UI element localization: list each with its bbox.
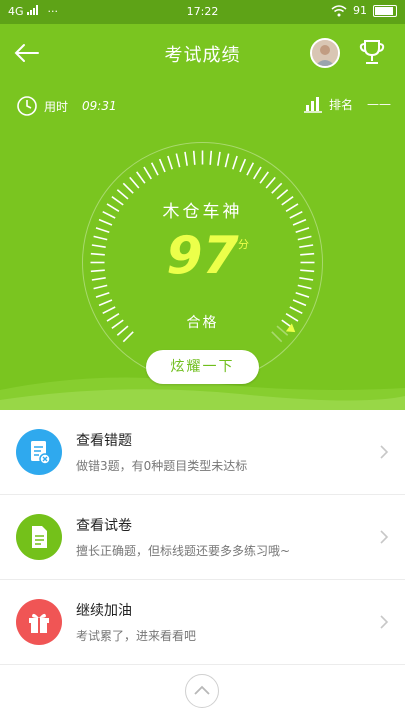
page-title: 考试成绩 — [164, 45, 241, 66]
gauge-tick — [295, 292, 310, 298]
gauge-tick — [136, 171, 146, 184]
item-subtitle: 考试累了，进来看看吧 — [76, 629, 197, 643]
item-subtitle: 擅长正确题，但标线题还要多多练习哦~ — [76, 544, 291, 558]
status-bar: 4G ··· 17:22 91 — [0, 0, 405, 24]
chevron-right-icon — [380, 445, 389, 459]
gauge-tick — [271, 182, 283, 194]
gauge-tick — [95, 292, 110, 298]
trophy-icon[interactable] — [356, 36, 388, 68]
scroll-to-top-button[interactable] — [185, 674, 219, 708]
gauge-tick — [265, 176, 276, 189]
gauge-tick — [224, 153, 230, 168]
item-title: 继续加油 — [76, 603, 132, 619]
gift-icon — [16, 599, 62, 645]
gauge-tick — [184, 151, 188, 166]
gauge-tick — [98, 299, 113, 307]
gauge-tick — [239, 158, 247, 173]
status-icons: 91 — [331, 4, 397, 17]
gauge-tick — [192, 150, 196, 165]
chevron-right-icon — [380, 530, 389, 544]
chevron-up-icon — [194, 685, 210, 695]
gauge-tick — [217, 151, 221, 166]
gauge-tick — [175, 153, 181, 168]
gauge-tick — [158, 158, 166, 173]
gauge-tick — [150, 162, 159, 176]
gauge-tick — [122, 331, 134, 343]
gauge-tick — [143, 166, 152, 180]
avatar-image — [312, 40, 338, 66]
exam-meta: 用时 09:31 排名 —— — [0, 93, 405, 121]
pass-status: 合格 — [186, 315, 219, 331]
top-nav: 考试成绩 — [0, 24, 405, 80]
list-item-wrong-questions[interactable]: 查看错题 做错3题，有0种题目类型未达标 — [0, 410, 405, 495]
bar-chart-icon — [303, 97, 322, 113]
gauge-tick — [271, 331, 283, 343]
item-title: 查看试卷 — [76, 518, 132, 534]
gauge-tick — [232, 155, 238, 170]
wrong-questions-icon — [16, 429, 62, 475]
username: 木仓车神 — [162, 202, 243, 222]
item-title: 查看错题 — [76, 433, 132, 449]
score-value: 97 — [166, 226, 239, 286]
item-subtitle: 做错3题，有0种题目类型未达标 — [76, 459, 248, 473]
gauge-tick — [209, 150, 213, 165]
gauge-tick — [129, 176, 140, 189]
list-item-view-paper[interactable]: 查看试卷 擅长正确题，但标线题还要多多练习哦~ — [0, 495, 405, 580]
gauge-tick — [167, 155, 173, 170]
rank-label: 排名 — [328, 97, 353, 112]
time-label: 用时 — [44, 99, 69, 114]
gauge-tick — [246, 162, 255, 176]
chevron-right-icon — [380, 615, 389, 629]
gauge-tick — [292, 299, 307, 307]
gauge-tick — [122, 182, 134, 194]
wifi-icon — [331, 4, 347, 16]
ranking[interactable]: 排名 —— — [303, 95, 391, 113]
action-list: 查看错题 做错3题，有0种题目类型未达标 查看试卷 擅长正确题，但标线题还要多多… — [0, 410, 405, 665]
list-item-keep-going[interactable]: 继续加油 考试累了，进来看看吧 — [0, 580, 405, 665]
battery-percent: 91 — [353, 4, 367, 17]
time-used: 用时 09:31 — [16, 95, 117, 117]
time-value: 09:31 — [82, 99, 117, 113]
gauge-tick — [259, 171, 269, 184]
battery-icon — [373, 4, 397, 17]
rank-value: —— — [367, 97, 391, 111]
share-button[interactable]: 炫耀一下 — [146, 350, 259, 384]
score-unit: 分 — [238, 238, 249, 251]
clock-icon — [17, 96, 37, 116]
gauge-tick — [253, 166, 262, 180]
paper-icon — [16, 514, 62, 560]
avatar[interactable] — [310, 38, 340, 68]
